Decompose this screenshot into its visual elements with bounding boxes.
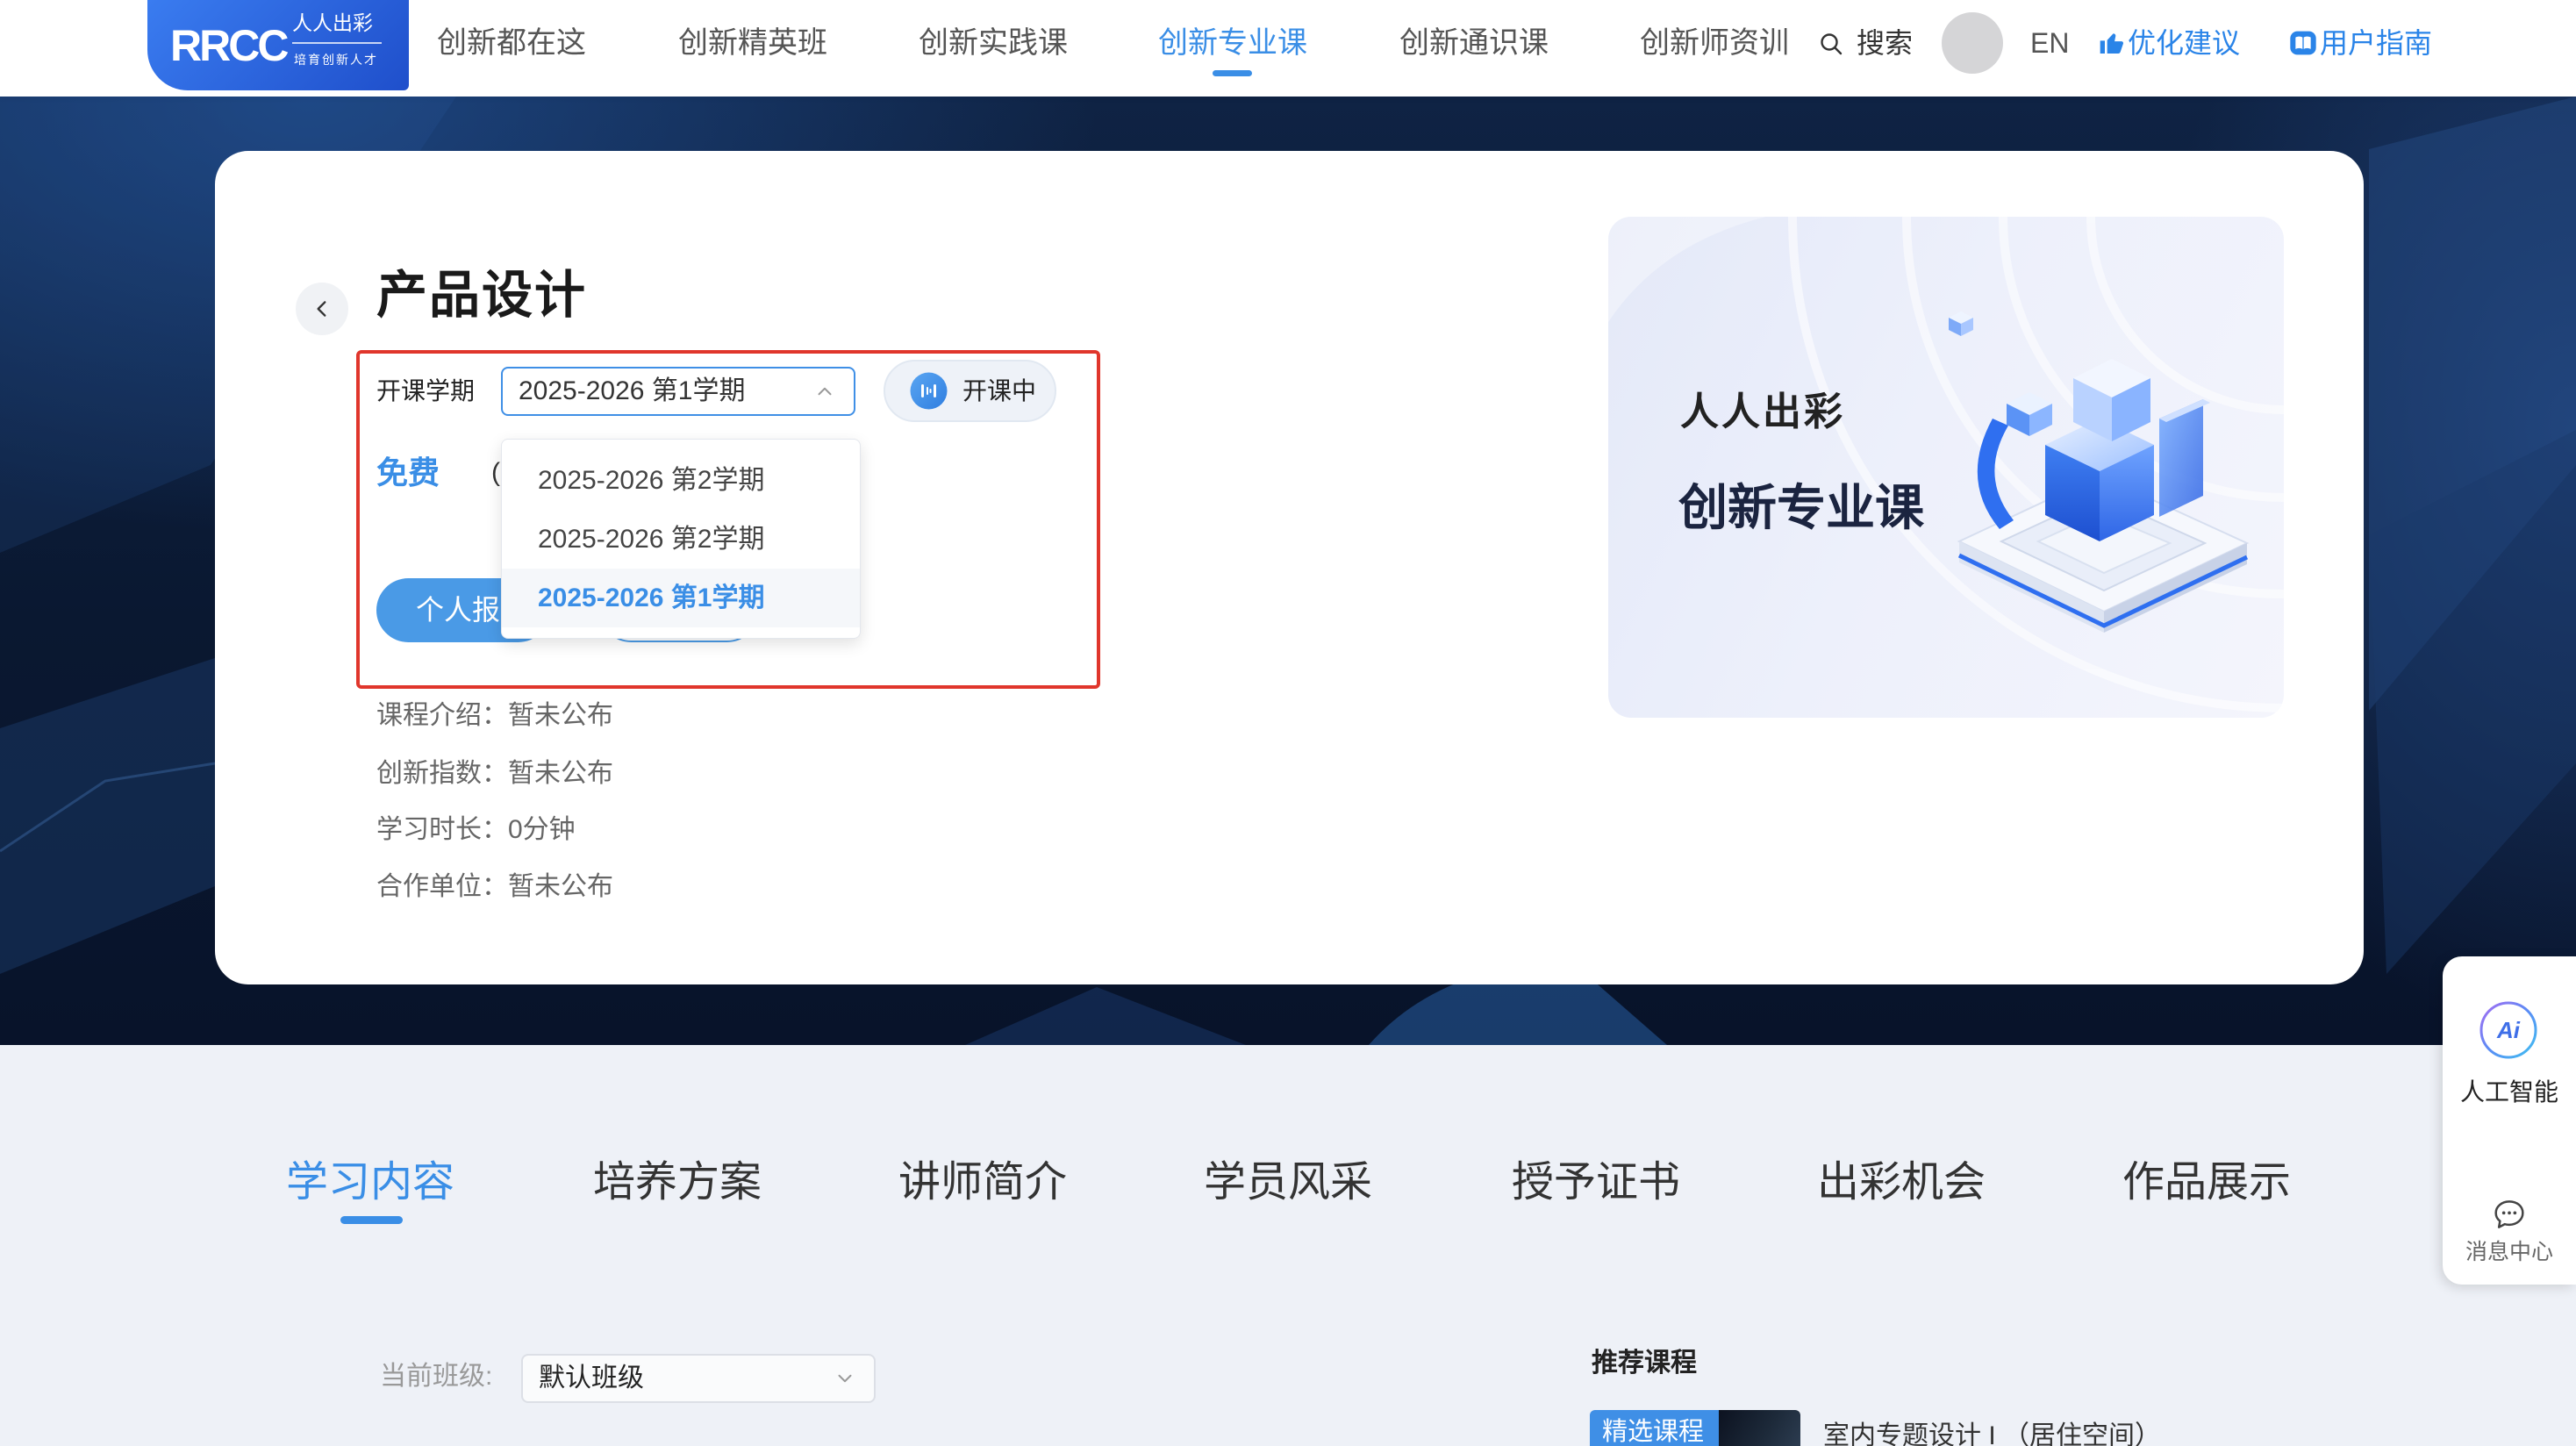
search-icon[interactable] [1819,32,1843,56]
logo-name-text: 人人出彩 [292,11,373,34]
nav-active-indicator [1213,70,1252,76]
language-switch[interactable]: EN [2030,0,2069,86]
tab-opportunities[interactable]: 出彩机会 [1817,1152,1986,1213]
info-study-duration: 学习时长：0分钟 [376,811,576,849]
ai-assistant-button[interactable]: 人工智能 [2443,1075,2576,1110]
info-innovation-index: 创新指数：暂未公布 [376,755,613,793]
thumb-up-icon[interactable] [2098,29,2126,57]
course-content-section: 学习内容 培养方案 讲师简介 学员风采 授予证书 出彩机会 作品展示 当前班级:… [0,1045,2576,1446]
nav-item-elite-class[interactable]: 创新精英班 [678,0,827,86]
top-navbar: RRCC 人人出彩 培育创新人才 创新都在这 创新精英班 创新实践课 创新专业课… [0,0,2576,97]
course-thumbnail-image [1719,1410,1800,1446]
tab-instructors[interactable]: 讲师简介 [898,1152,1067,1213]
info-value: 暂未公布 [508,872,613,901]
feedback-link[interactable]: 优化建议 [2128,0,2240,86]
user-guide-link[interactable]: 用户指南 [2320,0,2432,86]
brand-logo[interactable]: RRCC 人人出彩 培育创新人才 [147,0,409,90]
info-value: 暂未公布 [508,759,613,788]
featured-badge: 精选课程 [1590,1410,1719,1446]
logo-slogan-text: 培育创新人才 [294,53,378,67]
nav-item-general-course[interactable]: 创新通识课 [1399,0,1549,86]
tab-learning-content[interactable]: 学习内容 [286,1152,454,1213]
tab-works[interactable]: 作品展示 [2122,1152,2291,1213]
term-dropdown-menu: 2025-2026 第2学期 2025-2026 第2学期 2025-2026 … [501,439,861,639]
search-button[interactable]: 搜索 [1857,0,1913,86]
back-button[interactable] [296,283,348,335]
page-title: 产品设计 [376,267,588,324]
nav-item-teacher-training[interactable]: 创新师资训 [1640,0,1789,86]
term-option[interactable]: 2025-2026 第2学期 [502,451,860,510]
banner-title-line2: 创新专业课 [1678,480,1924,535]
chat-bubble-icon[interactable] [2492,1197,2527,1232]
avatar[interactable] [1942,12,2003,74]
info-value: 暂未公布 [508,701,613,730]
class-select[interactable]: 默认班级 [521,1354,876,1403]
tab-active-indicator [340,1216,403,1224]
featured-badge-label: 精选课程 [1602,1418,1705,1446]
class-select-label: 当前班级: [380,1362,493,1391]
cube-platform-illustration [1949,311,2250,633]
banner-title-line1: 人人出彩 [1680,390,1845,433]
course-cover-banner: 人人出彩 创新专业课 [1608,217,2284,718]
ai-icon-label: Ai [2497,1017,2520,1043]
logo-divider [292,42,382,44]
tab-training-plan[interactable]: 培养方案 [593,1152,762,1213]
class-select-value: 默认班级 [539,1364,644,1392]
info-label: 学习时长： [376,815,508,844]
floating-side-panel: Ai 人工智能 消息中心 [2443,956,2576,1285]
info-course-intro: 课程介绍：暂未公布 [376,697,613,735]
ai-icon[interactable]: Ai [2479,1000,2538,1060]
recommended-course-link[interactable]: 室内专题设计 I （居住空间） [1823,1420,2161,1446]
book-icon[interactable] [2289,29,2317,57]
recommended-courses-title: 推荐课程 [1592,1349,1697,1378]
chevron-down-icon [834,1367,856,1390]
term-option[interactable]: 2025-2026 第1学期 [502,569,860,627]
info-value: 0分钟 [508,815,576,844]
message-center-button[interactable]: 消息中心 [2443,1236,2576,1268]
nav-item-innovation-hub[interactable]: 创新都在这 [437,0,586,86]
course-detail-card: 产品设计 开课学期 2025-2026 第1学期 开课中 免费 ( 个人报 20… [215,151,2364,984]
tab-certificate[interactable]: 授予证书 [1512,1152,1680,1213]
chevron-left-icon [317,301,326,317]
info-label: 合作单位： [376,872,508,901]
info-label: 课程介绍： [376,701,508,730]
recommended-course-thumbnail[interactable]: 精选课程 [1590,1410,1800,1446]
info-label: 创新指数： [376,759,508,788]
nav-item-practice-course[interactable]: 创新实践课 [919,0,1068,86]
recommended-course-name: 室内专题设计 I （居住空间） [1823,1421,2162,1446]
tab-student-showcase[interactable]: 学员风采 [1204,1152,1372,1213]
term-option[interactable]: 2025-2026 第2学期 [502,510,860,569]
logo-brand-text: RRCC [170,21,289,70]
info-partner: 合作单位：暂未公布 [376,868,613,906]
